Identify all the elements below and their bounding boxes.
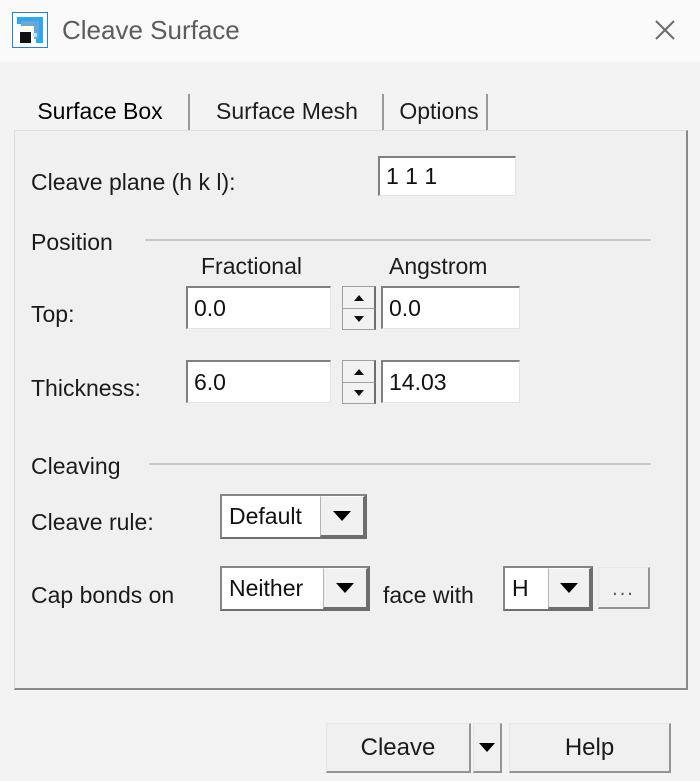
thickness-spinner-up[interactable] — [342, 360, 376, 382]
column-header-fractional: Fractional — [201, 253, 302, 279]
top-spinner[interactable] — [342, 286, 376, 330]
face-with-label: face with — [383, 582, 474, 608]
top-row-label: Top: — [31, 301, 75, 327]
thickness-angstrom-input[interactable]: 14.03 — [381, 360, 520, 403]
cap-bonds-browse-button[interactable]: ... — [598, 567, 650, 609]
tab-options-label: Options — [399, 97, 479, 124]
thickness-spinner-down[interactable] — [342, 382, 376, 404]
cap-bonds-element-dropdown[interactable]: H — [503, 566, 593, 611]
cap-bonds-element-value: H — [512, 575, 529, 601]
cleave-rule-dropdown-button[interactable] — [320, 496, 365, 537]
chevron-down-icon — [353, 316, 364, 322]
cleaving-group-divider — [149, 463, 651, 465]
position-group-title: Position — [31, 229, 113, 255]
top-spinner-down[interactable] — [342, 308, 376, 330]
cap-bonds-side-value: Neither — [229, 575, 304, 601]
cleave-button[interactable]: Cleave — [326, 723, 471, 773]
chevron-up-icon — [353, 294, 364, 301]
cap-bonds-side-dropdown-button[interactable] — [323, 568, 368, 609]
position-group-divider — [145, 239, 651, 241]
help-button[interactable]: Help — [509, 723, 671, 773]
tab-separator-2 — [382, 94, 384, 132]
tab-separator-3 — [486, 94, 488, 132]
chevron-down-icon — [560, 583, 578, 593]
tab-bar: Surface Box Surface Mesh Options — [14, 90, 688, 132]
tab-options[interactable]: Options — [387, 90, 491, 132]
top-spinner-up[interactable] — [342, 286, 376, 308]
cleave-plane-label: Cleave plane (h k l): — [31, 169, 236, 195]
top-fractional-input[interactable]: 0.0 — [186, 286, 331, 329]
cleave-rule-label: Cleave rule: — [31, 509, 154, 535]
chevron-down-icon — [333, 511, 351, 521]
cleave-plane-input[interactable]: 1 1 1 — [378, 156, 516, 196]
chevron-down-icon — [479, 743, 495, 752]
close-icon[interactable] — [638, 8, 692, 52]
chevron-down-icon — [353, 390, 364, 396]
surface-box-panel: Cleave plane (h k l): 1 1 1 Position Fra… — [14, 130, 688, 690]
chevron-up-icon — [353, 368, 364, 375]
tab-surface-mesh[interactable]: Surface Mesh — [194, 90, 380, 132]
cleave-rule-dropdown[interactable]: Default — [220, 494, 367, 539]
cap-bonds-side-dropdown[interactable]: Neither — [220, 566, 370, 611]
thickness-fractional-input[interactable]: 6.0 — [186, 360, 331, 403]
cleave-options-button[interactable] — [473, 723, 502, 773]
tab-separator-1 — [188, 94, 190, 132]
tab-surface-box-label: Surface Box — [37, 97, 163, 124]
column-header-angstrom: Angstrom — [389, 253, 488, 279]
tab-surface-box[interactable]: Surface Box — [14, 90, 186, 132]
title-bar: Cleave Surface — [0, 0, 700, 62]
chevron-down-icon — [336, 583, 354, 593]
top-angstrom-input[interactable]: 0.0 — [381, 286, 520, 329]
cleaving-group-title: Cleaving — [31, 453, 121, 479]
tab-surface-mesh-label: Surface Mesh — [216, 97, 358, 124]
thickness-spinner[interactable] — [342, 360, 376, 404]
cleave-rule-value: Default — [229, 503, 302, 529]
cap-bonds-element-dropdown-button[interactable] — [548, 568, 591, 609]
window-title: Cleave Surface — [62, 15, 240, 45]
app-cleave-surface-icon — [12, 12, 48, 48]
cap-bonds-label: Cap bonds on — [31, 582, 175, 608]
thickness-row-label: Thickness: — [31, 375, 141, 401]
